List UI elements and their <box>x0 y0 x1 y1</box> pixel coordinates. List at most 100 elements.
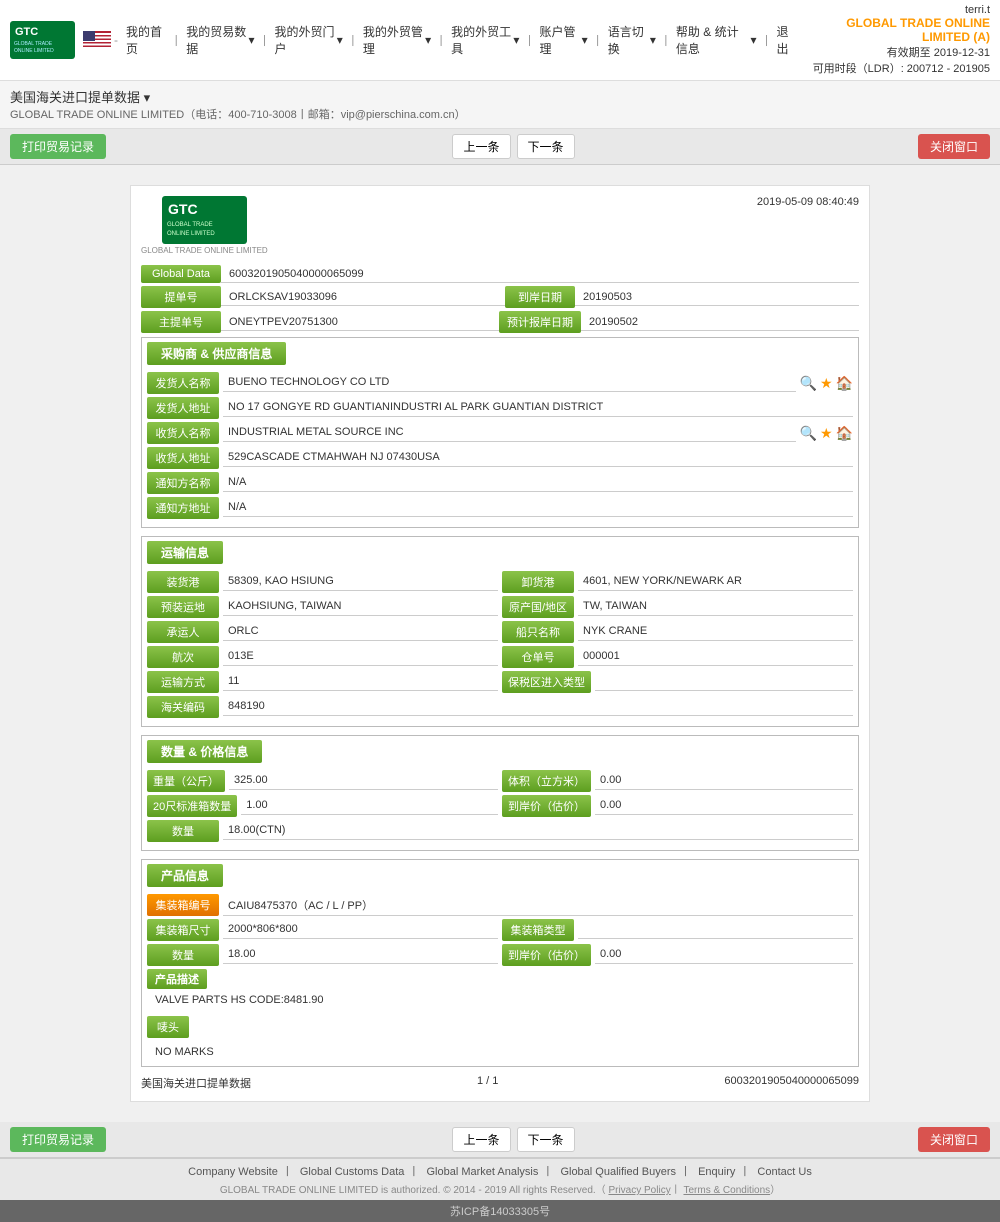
weight-value: 325.00 <box>229 772 498 790</box>
weight-label: 重量（公斤） <box>147 770 225 792</box>
notify-addr-label: 通知方地址 <box>147 497 219 519</box>
master-bill-label: 主提单号 <box>141 311 221 333</box>
pre-load-value: KAOHSIUNG, TAIWAN <box>223 598 498 616</box>
arrival-port-value: 4601, NEW YORK/NEWARK AR <box>578 573 853 591</box>
star-icon[interactable]: ★ <box>820 375 833 392</box>
receiver-addr-value: 529CASCADE CTMAHWAH NJ 07430USA <box>223 449 853 467</box>
terms-conditions-link[interactable]: Terms & Conditions <box>683 1185 770 1196</box>
document-header: GTC GLOBAL TRADE ONLINE LIMITED GLOBAL T… <box>141 196 859 255</box>
footer-links: Company Website丨 Global Customs Data丨 Gl… <box>10 1163 990 1179</box>
product-arrival-price-label: 到岸价（估价） <box>502 944 591 966</box>
notify-name-label: 通知方名称 <box>147 472 219 494</box>
shipper-icons: 🔍 ★ 🏠 <box>800 375 853 392</box>
page-footer: 美国海关进口提单数据 1 / 1 6003201905040000065099 <box>141 1075 859 1091</box>
volume-value: 0.00 <box>595 772 853 790</box>
svg-text:GTC: GTC <box>168 201 198 217</box>
nav-help[interactable]: 帮助 & 统计信息 <box>676 23 749 57</box>
footer-link-market[interactable]: Global Market Analysis <box>426 1166 538 1178</box>
search-icon[interactable]: 🔍 <box>800 375 817 392</box>
container20-value: 1.00 <box>241 797 498 815</box>
receiver-name-label: 收货人名称 <box>147 422 219 444</box>
bill-no-label: 提单号 <box>141 286 221 308</box>
quantity-price-label: 数量 & 价格信息 <box>147 740 262 763</box>
nav-logout[interactable]: 退出 <box>777 23 797 57</box>
nav-my-tool[interactable]: 我的外贸工具 <box>451 23 511 57</box>
next-button-bottom[interactable]: 下一条 <box>517 1127 575 1152</box>
prev-button-bottom[interactable]: 上一条 <box>452 1127 510 1152</box>
star-icon2[interactable]: ★ <box>820 425 833 442</box>
estimate-date-label: 预计报岸日期 <box>499 311 581 333</box>
quantity-value: 18.00(CTN) <box>223 822 853 840</box>
transport-section-label: 运输信息 <box>147 541 223 564</box>
prev-button[interactable]: 上一条 <box>452 134 510 159</box>
nav-my-import[interactable]: 我的贸易数据 <box>186 23 246 57</box>
origin-value: TW, TAIWAN <box>578 598 853 616</box>
doc-id: 6003201905040000065099 <box>724 1075 859 1091</box>
nav-my-foreign[interactable]: 我的外贸管理 <box>363 23 423 57</box>
carrier-label: 承运人 <box>147 621 219 643</box>
svg-text:GTC: GTC <box>15 26 38 38</box>
customs-code-label: 海关编码 <box>147 696 219 718</box>
company-info: GLOBAL TRADE ONLINE LIMITED（电话：400-710-3… <box>10 106 990 122</box>
svg-text:ONLINE LIMITED: ONLINE LIMITED <box>14 48 54 54</box>
receiver-addr-label: 收货人地址 <box>147 447 219 469</box>
footer-link-contact[interactable]: Contact Us <box>757 1166 811 1178</box>
footer-link-company[interactable]: Company Website <box>188 1166 278 1178</box>
brand-name: GLOBAL TRADE ONLINE LIMITED (A) <box>797 16 990 44</box>
print-button-bottom[interactable]: 打印贸易记录 <box>10 1127 106 1152</box>
receiver-icons: 🔍 ★ 🏠 <box>800 425 853 442</box>
user-info: terri.t GLOBAL TRADE ONLINE LIMITED (A) … <box>797 4 990 76</box>
buyer-seller-section: 采购商 & 供应商信息 发货人名称 BUENO TECHNOLOGY CO LT… <box>141 337 859 528</box>
volume-label: 体积（立方米） <box>502 770 591 792</box>
footer-copyright: GLOBAL TRADE ONLINE LIMITED is authorize… <box>10 1181 990 1196</box>
data-source: 美国海关进口提单数据 <box>141 1075 251 1091</box>
container-type-value <box>578 921 853 939</box>
print-button[interactable]: 打印贸易记录 <box>10 134 106 159</box>
nav-account[interactable]: 账户管理 <box>539 23 579 57</box>
global-data-section: Global Data 6003201905040000065099 提单号 O… <box>141 265 859 333</box>
ldr-info: 可用时段（LDR）: 200712 - 201905 <box>797 60 990 76</box>
doc-logo: GTC GLOBAL TRADE ONLINE LIMITED GLOBAL T… <box>141 196 268 255</box>
departure-port-label: 装货港 <box>147 571 219 593</box>
notify-addr-value: N/A <box>223 499 853 517</box>
product-quantity-value: 18.00 <box>223 946 498 964</box>
main-document: GTC GLOBAL TRADE ONLINE LIMITED GLOBAL T… <box>130 185 870 1102</box>
home-icon2[interactable]: 🏠 <box>836 425 853 442</box>
shipper-name-label: 发货人名称 <box>147 372 219 394</box>
nav-my-export[interactable]: 我的外贸门户 <box>275 23 335 57</box>
title-bar: 美国海关进口提单数据 ▾ GLOBAL TRADE ONLINE LIMITED… <box>0 81 1000 129</box>
vessel-label: 船只名称 <box>502 621 574 643</box>
quantity-price-section: 数量 & 价格信息 重量（公斤） 325.00 体积（立方米） 0.00 20尺… <box>141 735 859 851</box>
footer-link-customs[interactable]: Global Customs Data <box>300 1166 405 1178</box>
nav-home[interactable]: 我的首页 <box>126 23 166 57</box>
svg-text:GLOBAL TRADE: GLOBAL TRADE <box>14 41 53 47</box>
receiver-name-value: INDUSTRIAL METAL SOURCE INC <box>223 424 796 442</box>
arrival-date-value: 20190503 <box>575 289 859 306</box>
vessel-value: NYK CRANE <box>578 623 853 641</box>
container-no-value: CAIU8475370（AC / L / PP） <box>223 895 853 916</box>
departure-port-value: 58309, KAO HSIUNG <box>223 573 498 591</box>
privacy-policy-link[interactable]: Privacy Policy <box>608 1185 670 1196</box>
origin-label: 原产国/地区 <box>502 596 574 618</box>
transport-mode-value: 11 <box>223 673 498 691</box>
footer-link-buyers[interactable]: Global Qualified Buyers <box>560 1166 676 1178</box>
footer-link-enquiry[interactable]: Enquiry <box>698 1166 735 1178</box>
arrival-price-value: 0.00 <box>595 797 853 815</box>
global-data-value: 6003201905040000065099 <box>221 266 859 283</box>
search-icon2[interactable]: 🔍 <box>800 425 817 442</box>
marks-value: NO MARKS <box>147 1043 853 1061</box>
bonded-label: 保税区进入类型 <box>502 671 591 693</box>
customs-code-value: 848190 <box>223 698 853 716</box>
container-type-label: 集装箱类型 <box>502 919 574 941</box>
voyage-label: 航次 <box>147 646 219 668</box>
us-flag <box>83 31 111 49</box>
home-icon[interactable]: 🏠 <box>836 375 853 392</box>
close-button[interactable]: 关闭窗口 <box>918 134 990 159</box>
arrival-date-label: 到岸日期 <box>505 286 575 308</box>
close-button-bottom[interactable]: 关闭窗口 <box>918 1127 990 1152</box>
nav-language[interactable]: 语言切换 <box>608 23 648 57</box>
arrival-price-label: 到岸价（估价） <box>502 795 591 817</box>
product-quantity-label: 数量 <box>147 944 219 966</box>
product-section-label: 产品信息 <box>147 864 223 887</box>
next-button[interactable]: 下一条 <box>517 134 575 159</box>
